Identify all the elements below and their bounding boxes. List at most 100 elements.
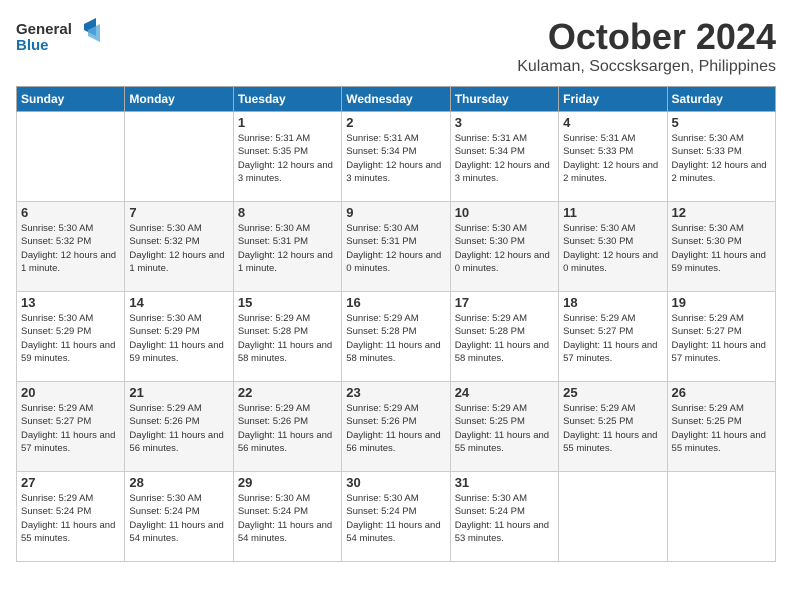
month-title: October 2024: [517, 16, 776, 58]
day-info: Sunrise: 5:30 AM Sunset: 5:30 PM Dayligh…: [455, 222, 554, 275]
day-info: Sunrise: 5:29 AM Sunset: 5:27 PM Dayligh…: [672, 312, 771, 365]
day-info: Sunrise: 5:30 AM Sunset: 5:24 PM Dayligh…: [346, 492, 445, 545]
week-row-5: 27 Sunrise: 5:29 AM Sunset: 5:24 PM Dayli…: [17, 472, 776, 562]
day-cell: 4Sunrise: 5:31 AM Sunset: 5:33 PM Daylig…: [559, 112, 667, 202]
day-number: 10: [455, 205, 554, 220]
day-cell: 22 Sunrise: 5:29 AM Sunset: 5:26 PM Dayli…: [233, 382, 341, 472]
day-number: 28: [129, 475, 228, 490]
day-number: 27: [21, 475, 120, 490]
day-cell: 11 Sunrise: 5:30 AM Sunset: 5:30 PM Dayli…: [559, 202, 667, 292]
day-info: Sunrise: 5:29 AM Sunset: 5:24 PM Dayligh…: [21, 492, 120, 545]
day-number: 3: [455, 115, 554, 130]
day-cell: 12 Sunrise: 5:30 AM Sunset: 5:30 PM Dayli…: [667, 202, 775, 292]
day-info: Sunrise: 5:29 AM Sunset: 5:25 PM Dayligh…: [563, 402, 662, 455]
day-number: 22: [238, 385, 337, 400]
day-info: Sunrise: 5:29 AM Sunset: 5:25 PM Dayligh…: [455, 402, 554, 455]
day-number: 7: [129, 205, 228, 220]
day-number: 24: [455, 385, 554, 400]
day-info: Sunrise: 5:30 AM Sunset: 5:31 PM Dayligh…: [346, 222, 445, 275]
day-cell: 26Sunrise: 5:29 AM Sunset: 5:25 PM Dayli…: [667, 382, 775, 472]
day-cell: 23Sunrise: 5:29 AM Sunset: 5:26 PM Dayli…: [342, 382, 450, 472]
day-number: 30: [346, 475, 445, 490]
day-info: Sunrise: 5:31 AM Sunset: 5:33 PM Dayligh…: [563, 132, 662, 185]
day-info: Sunrise: 5:31 AM Sunset: 5:34 PM Dayligh…: [346, 132, 445, 185]
day-number: 19: [672, 295, 771, 310]
logo-svg: General Blue: [16, 16, 106, 56]
day-cell: 27 Sunrise: 5:29 AM Sunset: 5:24 PM Dayli…: [17, 472, 125, 562]
day-number: 18: [563, 295, 662, 310]
day-number: 11: [563, 205, 662, 220]
day-number: 17: [455, 295, 554, 310]
col-header-sunday: Sunday: [17, 87, 125, 112]
calendar-table: SundayMondayTuesdayWednesdayThursdayFrid…: [16, 86, 776, 562]
day-info: Sunrise: 5:30 AM Sunset: 5:29 PM Dayligh…: [21, 312, 120, 365]
week-row-1: 1Sunrise: 5:31 AM Sunset: 5:35 PM Daylig…: [17, 112, 776, 202]
day-number: 12: [672, 205, 771, 220]
day-cell: 8 Sunrise: 5:30 AM Sunset: 5:31 PM Daylig…: [233, 202, 341, 292]
day-number: 21: [129, 385, 228, 400]
logo: General Blue: [16, 16, 106, 56]
day-info: Sunrise: 5:29 AM Sunset: 5:26 PM Dayligh…: [346, 402, 445, 455]
day-cell: 21 Sunrise: 5:29 AM Sunset: 5:26 PM Dayli…: [125, 382, 233, 472]
day-cell: 9Sunrise: 5:30 AM Sunset: 5:31 PM Daylig…: [342, 202, 450, 292]
day-cell: 7 Sunrise: 5:30 AM Sunset: 5:32 PM Daylig…: [125, 202, 233, 292]
day-cell: 31Sunrise: 5:30 AM Sunset: 5:24 PM Dayli…: [450, 472, 558, 562]
day-cell: 16 Sunrise: 5:29 AM Sunset: 5:28 PM Dayli…: [342, 292, 450, 382]
day-info: Sunrise: 5:30 AM Sunset: 5:31 PM Dayligh…: [238, 222, 337, 275]
day-cell: 13 Sunrise: 5:30 AM Sunset: 5:29 PM Dayli…: [17, 292, 125, 382]
day-cell: [667, 472, 775, 562]
week-row-2: 6 Sunrise: 5:30 AM Sunset: 5:32 PM Daylig…: [17, 202, 776, 292]
day-cell: 19 Sunrise: 5:29 AM Sunset: 5:27 PM Dayli…: [667, 292, 775, 382]
day-info: Sunrise: 5:29 AM Sunset: 5:26 PM Dayligh…: [129, 402, 228, 455]
svg-text:General: General: [16, 21, 72, 38]
day-info: Sunrise: 5:29 AM Sunset: 5:27 PM Dayligh…: [21, 402, 120, 455]
day-number: 2: [346, 115, 445, 130]
day-info: Sunrise: 5:30 AM Sunset: 5:32 PM Dayligh…: [21, 222, 120, 275]
day-number: 6: [21, 205, 120, 220]
day-cell: [125, 112, 233, 202]
day-number: 16: [346, 295, 445, 310]
day-cell: 17 Sunrise: 5:29 AM Sunset: 5:28 PM Dayli…: [450, 292, 558, 382]
day-cell: 1Sunrise: 5:31 AM Sunset: 5:35 PM Daylig…: [233, 112, 341, 202]
day-number: 8: [238, 205, 337, 220]
day-info: Sunrise: 5:31 AM Sunset: 5:35 PM Dayligh…: [238, 132, 337, 185]
day-number: 25: [563, 385, 662, 400]
day-cell: 5 Sunrise: 5:30 AM Sunset: 5:33 PM Daylig…: [667, 112, 775, 202]
day-info: Sunrise: 5:30 AM Sunset: 5:29 PM Dayligh…: [129, 312, 228, 365]
week-row-3: 13 Sunrise: 5:30 AM Sunset: 5:29 PM Dayli…: [17, 292, 776, 382]
day-number: 13: [21, 295, 120, 310]
week-row-4: 20 Sunrise: 5:29 AM Sunset: 5:27 PM Dayli…: [17, 382, 776, 472]
day-cell: 14 Sunrise: 5:30 AM Sunset: 5:29 PM Dayli…: [125, 292, 233, 382]
day-info: Sunrise: 5:29 AM Sunset: 5:28 PM Dayligh…: [455, 312, 554, 365]
svg-text:Blue: Blue: [16, 37, 49, 54]
col-header-thursday: Thursday: [450, 87, 558, 112]
day-cell: 2 Sunrise: 5:31 AM Sunset: 5:34 PM Daylig…: [342, 112, 450, 202]
day-info: Sunrise: 5:30 AM Sunset: 5:30 PM Dayligh…: [672, 222, 771, 275]
day-cell: 30 Sunrise: 5:30 AM Sunset: 5:24 PM Dayli…: [342, 472, 450, 562]
day-info: Sunrise: 5:30 AM Sunset: 5:24 PM Dayligh…: [129, 492, 228, 545]
day-number: 14: [129, 295, 228, 310]
day-info: Sunrise: 5:29 AM Sunset: 5:28 PM Dayligh…: [238, 312, 337, 365]
col-header-friday: Friday: [559, 87, 667, 112]
day-cell: 28 Sunrise: 5:30 AM Sunset: 5:24 PM Dayli…: [125, 472, 233, 562]
day-cell: 15 Sunrise: 5:29 AM Sunset: 5:28 PM Dayli…: [233, 292, 341, 382]
day-number: 5: [672, 115, 771, 130]
day-cell: 18 Sunrise: 5:29 AM Sunset: 5:27 PM Dayli…: [559, 292, 667, 382]
day-cell: [17, 112, 125, 202]
day-number: 20: [21, 385, 120, 400]
day-info: Sunrise: 5:30 AM Sunset: 5:32 PM Dayligh…: [129, 222, 228, 275]
col-header-wednesday: Wednesday: [342, 87, 450, 112]
day-number: 29: [238, 475, 337, 490]
day-info: Sunrise: 5:29 AM Sunset: 5:28 PM Dayligh…: [346, 312, 445, 365]
col-header-saturday: Saturday: [667, 87, 775, 112]
day-cell: 6 Sunrise: 5:30 AM Sunset: 5:32 PM Daylig…: [17, 202, 125, 292]
title-block: October 2024 Kulaman, Soccsksargen, Phil…: [517, 16, 776, 76]
day-info: Sunrise: 5:29 AM Sunset: 5:27 PM Dayligh…: [563, 312, 662, 365]
day-info: Sunrise: 5:30 AM Sunset: 5:33 PM Dayligh…: [672, 132, 771, 185]
day-info: Sunrise: 5:29 AM Sunset: 5:26 PM Dayligh…: [238, 402, 337, 455]
day-cell: 25 Sunrise: 5:29 AM Sunset: 5:25 PM Dayli…: [559, 382, 667, 472]
day-info: Sunrise: 5:30 AM Sunset: 5:30 PM Dayligh…: [563, 222, 662, 275]
day-number: 15: [238, 295, 337, 310]
day-number: 31: [455, 475, 554, 490]
day-number: 26: [672, 385, 771, 400]
